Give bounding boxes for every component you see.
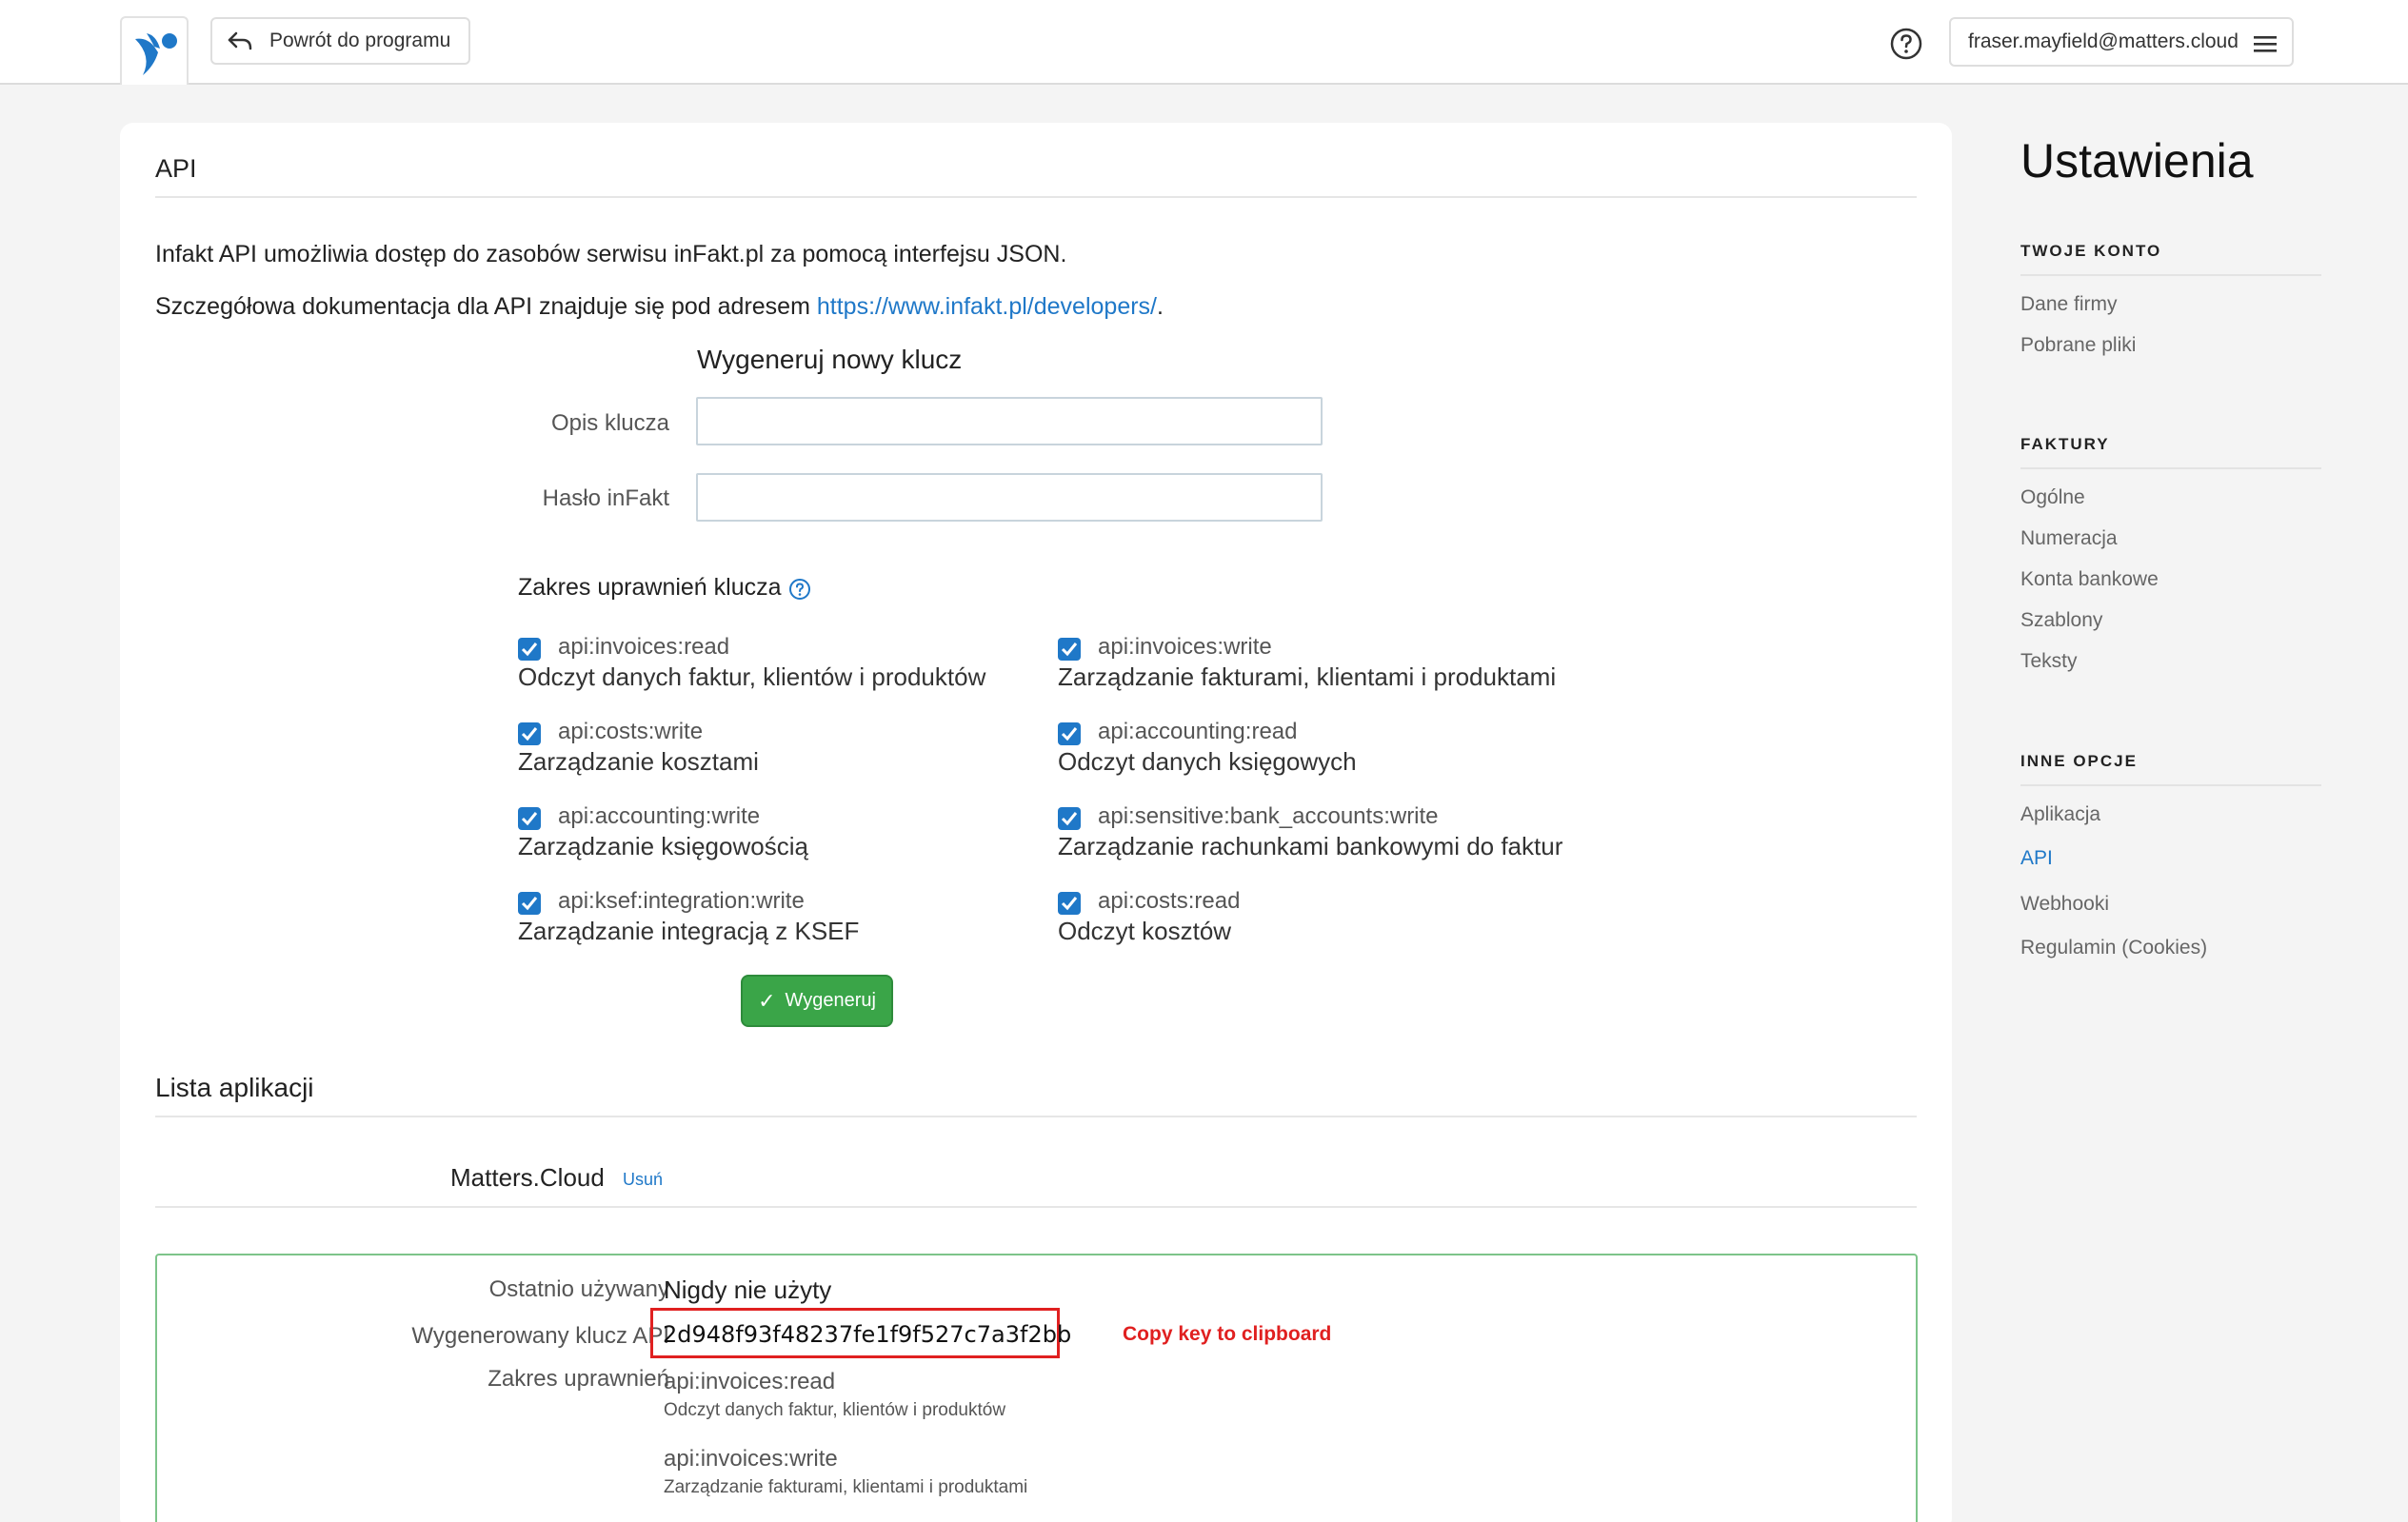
permission-checkbox[interactable] (518, 892, 541, 915)
permission-description: Zarządzanie fakturami, klientami i produ… (1058, 662, 1557, 691)
permission-checkbox[interactable] (518, 807, 541, 830)
user-email: fraser.mayfield@matters.cloud (1968, 30, 2239, 52)
api-docs-text: Szczegółowa dokumentacja dla API znajduj… (155, 293, 1164, 320)
section-invoices: FAKTURY (2020, 435, 2110, 453)
permission-description: Odczyt danych księgowych (1058, 747, 1357, 776)
api-key-value[interactable]: 2d948f93f48237fe1f9f527c7a3f2bb (663, 1321, 1071, 1348)
permission-checkbox[interactable] (1058, 638, 1081, 661)
password-input[interactable] (696, 473, 1323, 522)
top-bar: Powrót do programu fraser.mayfield@matte… (0, 0, 2408, 85)
permission-checkbox[interactable] (1058, 722, 1081, 745)
permission-checkbox[interactable] (1058, 892, 1081, 915)
permission-code: api:accounting:write (558, 803, 761, 829)
api-key-highlight[interactable]: 2d948f93f48237fe1f9f527c7a3f2bb (650, 1308, 1071, 1358)
api-key-label: Wygenerowany klucz API (411, 1323, 669, 1349)
help-icon[interactable] (1889, 27, 1923, 61)
hamburger-menu-icon (2254, 36, 2277, 52)
generate-key-button[interactable]: ✓ Wygeneruj (741, 975, 893, 1027)
app-list-heading: Lista aplikacji (155, 1073, 314, 1102)
sidebar-item-general[interactable]: Ogólne (2020, 486, 2085, 509)
api-settings-card: API Infakt API umożliwia dostęp do zasob… (120, 123, 1952, 1522)
scope-help-icon[interactable] (788, 578, 811, 601)
sidebar-item-company-data[interactable]: Dane firmy (2020, 293, 2118, 316)
divider (155, 1116, 1917, 1117)
permission-checkbox[interactable] (1058, 807, 1081, 830)
logo[interactable] (120, 16, 189, 85)
divider (155, 196, 1917, 198)
sidebar-item-downloaded-files[interactable]: Pobrane pliki (2020, 334, 2136, 357)
permission-code: api:sensitive:bank_accounts:write (1098, 803, 1439, 829)
permission-code: api:invoices:write (1098, 634, 1272, 660)
permission-code: api:accounting:read (1098, 719, 1298, 744)
back-to-program-button[interactable]: Powrót do programu (210, 17, 470, 65)
scope-title: Zakres uprawnień klucza (518, 574, 782, 601)
generate-key-title: Wygeneruj nowy klucz (697, 345, 963, 374)
back-button-label: Powrót do programu (269, 30, 451, 51)
settings-title: Ustawienia (2020, 134, 2254, 188)
developers-docs-link[interactable]: https://www.infakt.pl/developers/ (817, 293, 1157, 320)
permission-code: api:costs:write (558, 719, 704, 744)
section-your-account: TWOJE KONTO (2020, 242, 2162, 260)
permission-description: Odczyt danych faktur, klientów i produkt… (518, 662, 986, 691)
scope-item-code: api:invoices:read (664, 1369, 836, 1394)
user-menu-button[interactable]: fraser.mayfield@matters.cloud (1949, 17, 2294, 67)
sidebar-item-texts[interactable]: Teksty (2020, 650, 2078, 673)
sidebar-item-templates[interactable]: Szablony (2020, 609, 2102, 632)
permission-description: Zarządzanie księgowością (518, 832, 808, 860)
permission-description: Odczyt kosztów (1058, 917, 1232, 945)
copy-key-note: Copy key to clipboard (1123, 1323, 1332, 1345)
permission-checkbox[interactable] (518, 722, 541, 745)
api-intro-text: Infakt API umożliwia dostęp do zasobów s… (155, 241, 1067, 267)
sidebar-item-bank-accounts[interactable]: Konta bankowe (2020, 568, 2159, 591)
section-other-options: INNE OPCJE (2020, 752, 2138, 770)
permission-description: Zarządzanie rachunkami bankowymi do fakt… (1058, 832, 1563, 860)
permission-code: api:invoices:read (558, 634, 730, 660)
divider (2020, 784, 2321, 786)
infakt-logo-icon (135, 33, 177, 75)
app-name: Matters.Cloud (450, 1163, 605, 1192)
back-arrow-icon (228, 31, 252, 50)
scope-label: Zakres uprawnień (488, 1366, 669, 1392)
permission-description: Zarządzanie kosztami (518, 747, 759, 776)
divider (2020, 274, 2321, 276)
scope-item-description: Zarządzanie fakturami, klientami i produ… (664, 1477, 1028, 1497)
description-label: Opis klucza (550, 410, 669, 436)
permission-description: Zarządzanie integracją z KSEF (518, 917, 860, 945)
scope-item-description: Odczyt danych faktur, klientów i produkt… (664, 1400, 1006, 1420)
sidebar-item-terms-cookies[interactable]: Regulamin (Cookies) (2020, 937, 2207, 959)
sidebar-item-api[interactable]: API (2020, 847, 2053, 870)
permission-code: api:ksef:integration:write (558, 888, 805, 914)
sidebar-item-application[interactable]: Aplikacja (2020, 803, 2100, 826)
checkmark-icon: ✓ (758, 988, 776, 1013)
sidebar-item-numbering[interactable]: Numeracja (2020, 527, 2118, 550)
last-used-label: Ostatnio używany (488, 1276, 669, 1302)
api-heading: API (155, 154, 197, 183)
generate-button-label: Wygeneruj (785, 990, 876, 1011)
delete-app-link[interactable]: Usuń (623, 1170, 663, 1190)
description-input[interactable] (696, 397, 1323, 445)
divider (155, 1206, 1917, 1208)
sidebar-item-webhooks[interactable]: Webhooki (2020, 893, 2109, 916)
divider (2020, 467, 2321, 469)
permission-code: api:costs:read (1098, 888, 1241, 914)
last-used-value: Nigdy nie użyty (664, 1275, 832, 1304)
password-label: Hasło inFakt (542, 485, 669, 511)
permission-checkbox[interactable] (518, 638, 541, 661)
scope-item-code: api:invoices:write (664, 1446, 838, 1472)
